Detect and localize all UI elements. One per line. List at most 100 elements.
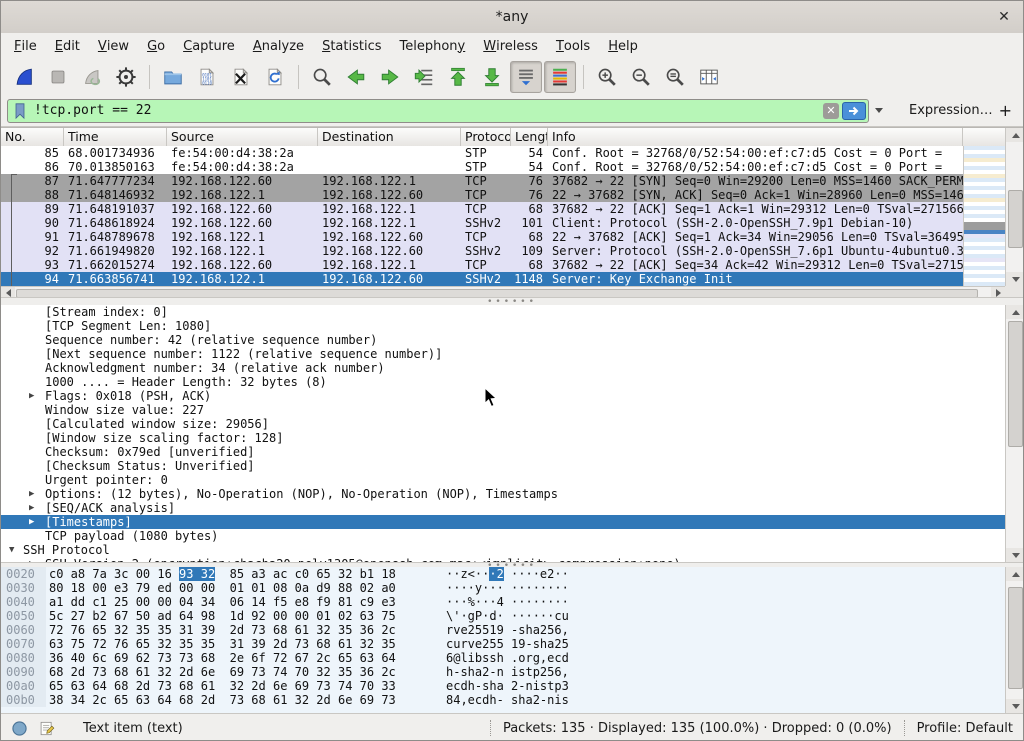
add-filter-button[interactable]: + [993,101,1018,120]
hex-row-0050[interactable]: 00505c 27 b2 67 50 ad 64 98 1d 92 00 00 … [1,609,1023,623]
hex-row-0060[interactable]: 006072 76 65 32 35 35 31 39 2d 73 68 61 … [1,623,1023,637]
column-header-protocol[interactable]: Protocol [461,128,511,146]
hex-bytes[interactable]: 68 2d 73 68 61 32 2d 6e 69 73 74 70 32 3… [49,665,396,679]
expert-info-icon[interactable] [11,720,28,737]
detail-row[interactable]: ▼SSH Protocol [1,543,1023,557]
hex-row-0040[interactable]: 0040a1 dd c1 25 00 00 04 34 06 14 f5 e8 … [1,595,1023,609]
scroll-up-icon[interactable] [1006,128,1024,142]
expression-button[interactable]: Expression… [909,103,993,118]
detail-row[interactable]: Window size value: 227 [1,403,1023,417]
detail-row[interactable]: 1000 .... = Header Length: 32 bytes (8) [1,375,1023,389]
zoom-100-icon[interactable] [659,61,691,93]
hex-bytes[interactable]: c0 a8 7a 3c 00 16 93 32 85 a3 ac c0 65 3… [49,567,396,581]
packet-row-89[interactable]: 8971.648191037192.168.122.60192.168.122.… [1,202,963,216]
hex-bytes[interactable]: 38 34 2c 65 63 64 68 2d 73 68 61 32 2d 6… [49,693,396,707]
hex-vscrollbar[interactable] [1005,567,1024,713]
go-back-icon[interactable] [340,61,372,93]
menu-file[interactable]: File [5,33,46,59]
hex-row-00b0[interactable]: 00b038 34 2c 65 63 64 68 2d 73 68 61 32 … [1,693,1023,707]
auto-scroll-icon[interactable] [510,61,542,93]
packet-row-93[interactable]: 9371.662015274192.168.122.60192.168.122.… [1,258,963,272]
column-header-time[interactable]: Time [64,128,167,146]
go-forward-icon[interactable] [374,61,406,93]
close-icon[interactable]: ✕ [995,8,1013,26]
detail-row[interactable]: [TCP Segment Len: 1080] [1,319,1023,333]
column-header-source[interactable]: Source [167,128,318,146]
hex-bytes[interactable]: 63 75 72 76 65 32 35 35 31 39 2d 73 68 6… [49,637,396,651]
find-packet-icon[interactable] [306,61,338,93]
hex-row-00a0[interactable]: 00a065 63 64 68 2d 73 68 61 32 2d 6e 69 … [1,679,1023,693]
menu-tools[interactable]: Tools [547,33,599,59]
hex-bytes[interactable]: 80 18 00 e3 79 ed 00 00 01 01 08 0a d9 8… [49,581,396,595]
menu-edit[interactable]: Edit [46,33,89,59]
go-to-packet-icon[interactable] [408,61,440,93]
hex-row-0020[interactable]: 0020c0 a8 7a 3c 00 16 93 32 85 a3 ac c0 … [1,567,1023,581]
expander-open-icon[interactable]: ▼ [9,543,14,557]
hex-bytes[interactable]: 36 40 6c 69 62 73 73 68 2e 6f 72 67 2c 6… [49,651,396,665]
scroll-down-icon[interactable] [1006,699,1024,713]
packet-row-92[interactable]: 9271.661949820192.168.122.1192.168.122.6… [1,244,963,258]
hex-ascii[interactable]: 84,ecdh- sha2-nis [446,693,569,707]
menu-view[interactable]: View [89,33,138,59]
hex-ascii[interactable]: ecdh-sha 2-nistp3 [446,679,569,693]
packet-list-scroll-thumb[interactable] [1008,190,1023,248]
packet-row-85[interactable]: 8568.001734936fe:54:00:d4:38:2aSTP54Conf… [1,146,963,160]
filter-history-dropdown-icon[interactable] [875,108,883,113]
detail-row[interactable]: [Checksum Status: Unverified] [1,459,1023,473]
expander-closed-icon[interactable]: ▶ [29,487,34,501]
hex-row-0030[interactable]: 003080 18 00 e3 79 ed 00 00 01 01 08 0a … [1,581,1023,595]
detail-row[interactable]: ▶Options: (12 bytes), No-Operation (NOP)… [1,487,1023,501]
column-header-length[interactable]: Length [511,128,548,146]
hex-ascii[interactable]: ···%···4 ········ [446,595,569,609]
hex-bytes[interactable]: 5c 27 b2 67 50 ad 64 98 1d 92 00 00 01 0… [49,609,396,623]
detail-scroll-thumb[interactable] [1008,321,1023,447]
zoom-in-icon[interactable] [591,61,623,93]
file-reload-icon[interactable] [259,61,291,93]
display-filter-field[interactable]: ✕ [7,99,869,123]
hex-bytes[interactable]: 65 63 64 68 2d 73 68 61 32 2d 6e 69 73 7… [49,679,396,693]
scroll-down-icon[interactable] [1006,272,1024,286]
capture-options-icon[interactable] [110,61,142,93]
detail-row[interactable]: TCP payload (1080 bytes) [1,529,1023,543]
filter-apply-icon[interactable] [842,102,866,120]
packet-row-91[interactable]: 9171.648789678192.168.122.1192.168.122.6… [1,230,963,244]
detail-row[interactable]: ▶Flags: 0x018 (PSH, ACK) [1,389,1023,403]
detail-row[interactable]: ▶[SEQ/ACK analysis] [1,501,1023,515]
hex-row-0080[interactable]: 008036 40 6c 69 62 73 73 68 2e 6f 72 67 … [1,651,1023,665]
hex-ascii[interactable]: ··z<···2 ····e2·· [446,567,569,581]
hex-ascii[interactable]: h-sha2-n istp256, [446,665,569,679]
hex-scroll-thumb[interactable] [1008,587,1023,689]
detail-vscrollbar[interactable] [1005,305,1024,562]
hex-bytes[interactable]: a1 dd c1 25 00 00 04 34 06 14 f5 e8 f9 8… [49,595,396,609]
filter-clear-icon[interactable]: ✕ [823,103,839,119]
capture-comment-icon[interactable] [38,720,55,737]
hex-ascii[interactable]: curve255 19-sha25 [446,637,569,651]
hex-row-0090[interactable]: 009068 2d 73 68 61 32 2d 6e 69 73 74 70 … [1,665,1023,679]
intelligent-scrollbar-minimap[interactable] [963,146,1006,286]
detail-row[interactable]: Acknowledgment number: 34 (relative ack … [1,361,1023,375]
column-header-destination[interactable]: Destination [318,128,461,146]
packet-row-90[interactable]: 9071.648618924192.168.122.60192.168.122.… [1,216,963,230]
expander-closed-icon[interactable]: ▶ [29,501,34,515]
detail-row[interactable]: [Next sequence number: 1122 (relative se… [1,347,1023,361]
scroll-up-icon[interactable] [1006,567,1024,581]
display-filter-input[interactable] [32,102,823,119]
menu-capture[interactable]: Capture [174,33,244,59]
menu-go[interactable]: Go [138,33,174,59]
detail-row[interactable]: ▶[Timestamps] [1,515,1023,529]
resize-columns-icon[interactable] [693,61,725,93]
file-open-icon[interactable] [157,61,189,93]
hex-bytes[interactable]: 72 76 65 32 35 35 31 39 2d 73 68 61 32 3… [49,623,396,637]
hex-ascii[interactable]: 6@libssh .org,ecd [446,651,569,665]
packet-row-88[interactable]: 8871.648146932192.168.122.1192.168.122.6… [1,188,963,202]
menu-telephony[interactable]: Telephony [391,33,475,59]
bookmark-icon[interactable] [12,101,28,121]
column-header-no[interactable]: No. [1,128,64,146]
detail-row[interactable]: [Calculated window size: 29056] [1,417,1023,431]
column-header-info[interactable]: Info [548,128,963,146]
menu-help[interactable]: Help [599,33,647,59]
go-first-icon[interactable] [442,61,474,93]
file-close-icon[interactable] [225,61,257,93]
detail-row[interactable]: Sequence number: 42 (relative sequence n… [1,333,1023,347]
colorize-icon[interactable] [544,61,576,93]
